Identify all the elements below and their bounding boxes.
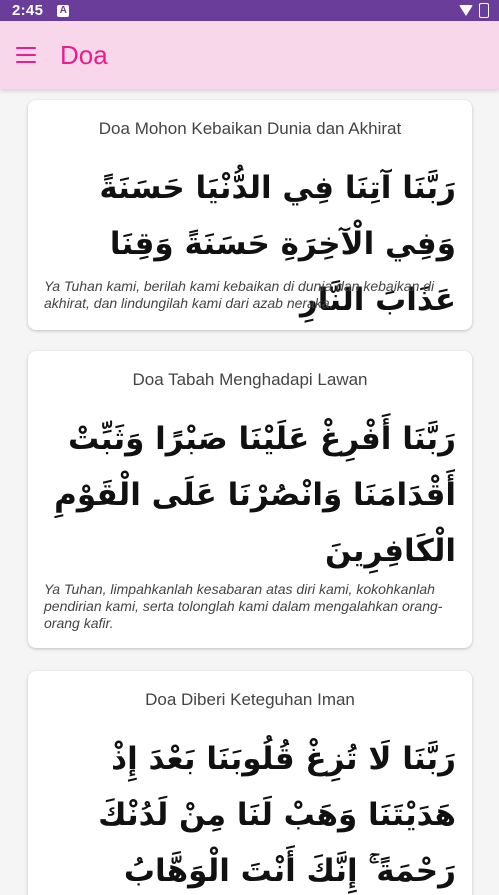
status-bar: 2:45 A [0,0,499,21]
doa-title: Doa Diberi Keteguhan Iman [145,690,355,709]
doa-title: Doa Mohon Kebaikan Dunia dan Akhirat [98,119,402,138]
app-title: Doa [60,39,108,70]
doa-translation: Ya Tuhan kami, berilah kami kebaikan di … [44,278,435,311]
notification-icon: A [57,4,70,17]
doa-arabic-text: رَبَّنَا لَا تُزِغْ قُلُوبَنَا بَعْدَ إِ… [98,741,456,889]
battery-icon [479,3,489,18]
doa-arabic-text: رَبَّنَا أَفْرِغْ عَلَيْنَا صَبْرًا وَثَ… [54,421,456,569]
app-bar: Doa [0,21,499,89]
status-time: 2:45 [12,2,44,19]
doa-card[interactable]: Doa Mohon Kebaikan Dunia dan Akhirat رَب… [28,100,472,330]
doa-card[interactable]: Doa Diberi Keteguhan Iman رَبَّنَا لَا ت… [28,671,472,895]
doa-title: Doa Tabah Menghadapi Lawan [132,370,368,389]
doa-card[interactable]: Doa Tabah Menghadapi Lawan رَبَّنَا أَفْ… [28,351,472,648]
doa-list[interactable]: Doa Mohon Kebaikan Dunia dan Akhirat رَب… [0,89,499,895]
hamburger-menu-icon[interactable] [16,47,36,63]
status-icons [459,3,489,18]
wifi-icon [459,5,473,16]
doa-translation: Ya Tuhan, limpahkanlah kesabaran atas di… [44,581,443,631]
